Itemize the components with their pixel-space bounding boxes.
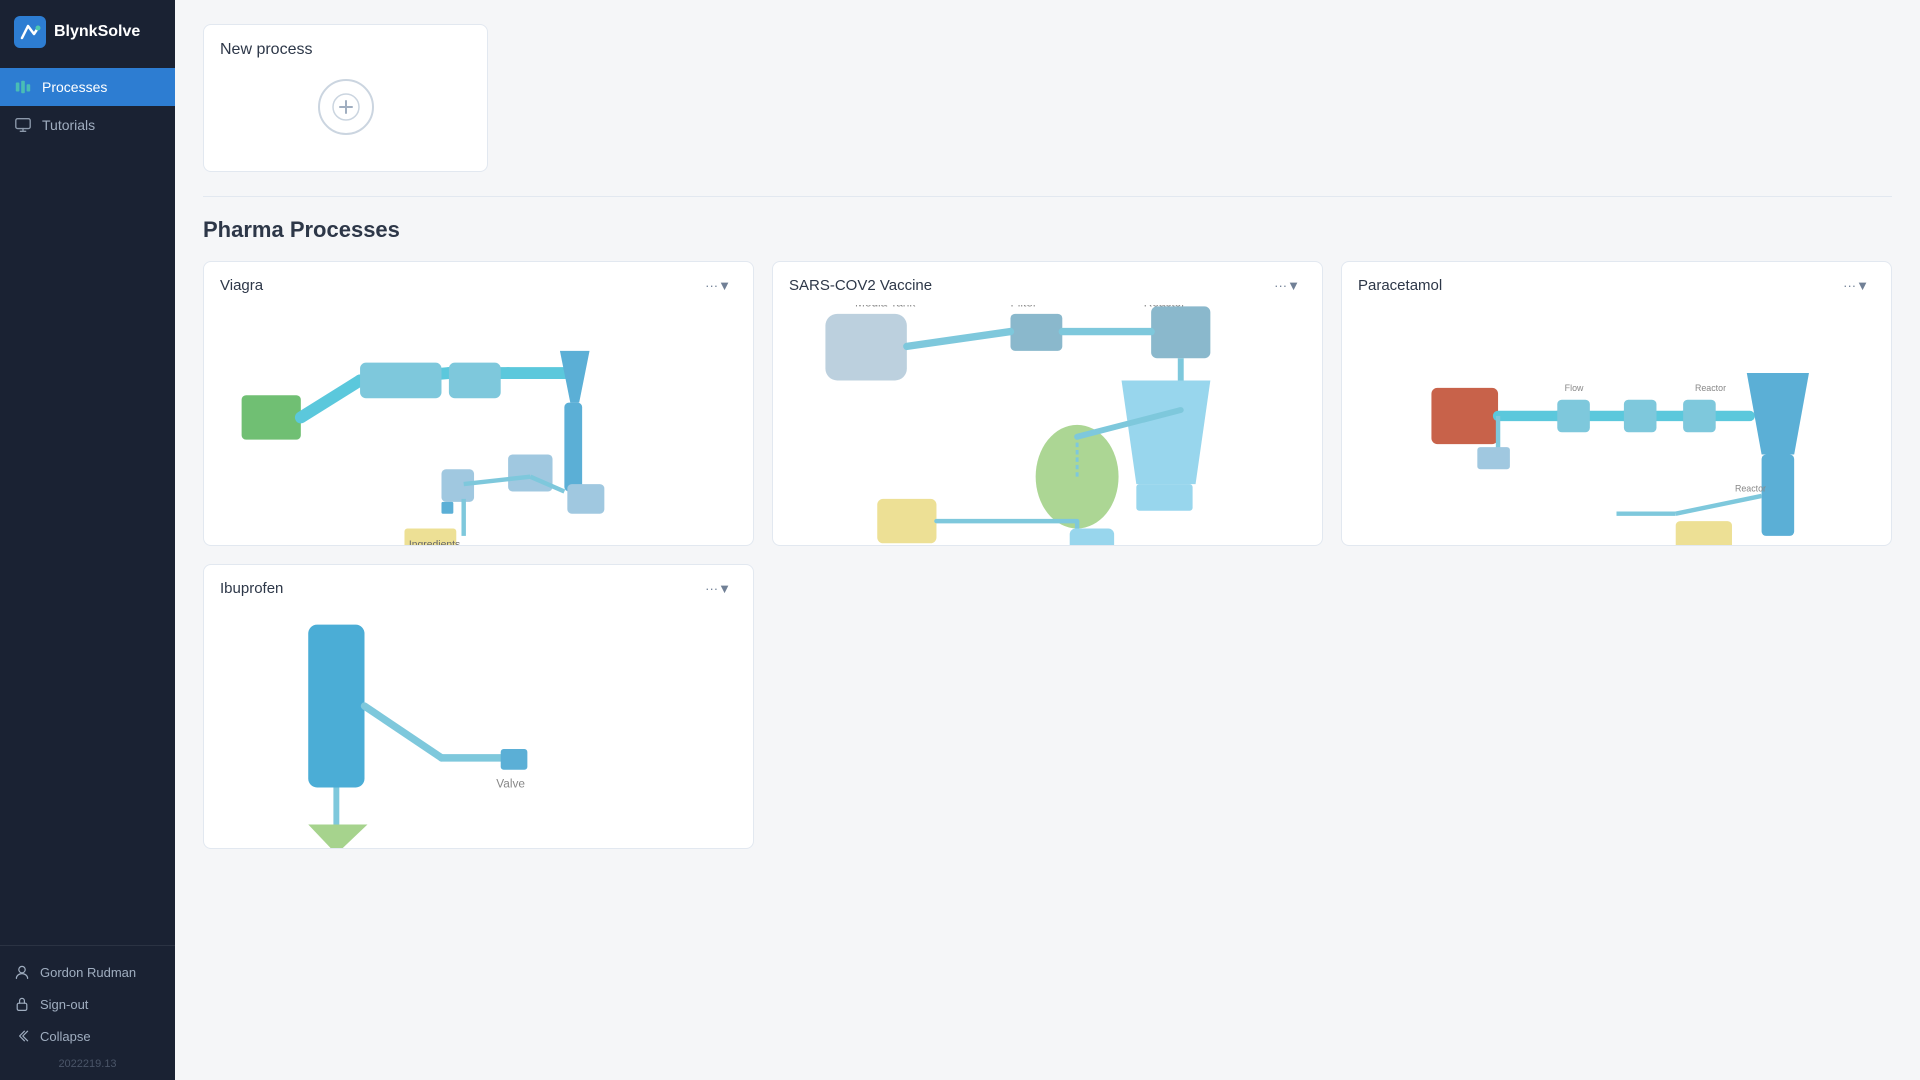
processes-label: Processes	[42, 79, 107, 95]
logo-icon	[14, 16, 46, 48]
card-preview-sars: Media Tank Filter Reactor	[773, 305, 1322, 545]
card-header-viagra: Viagra ···▼	[204, 262, 753, 305]
more-menu-viagra[interactable]: ···▼	[699, 276, 737, 295]
card-name-sars: SARS-COV2 Vaccine	[789, 277, 932, 294]
process-card-sars[interactable]: SARS-COV2 Vaccine ···▼ Media Tank Filter…	[772, 261, 1323, 546]
svg-text:Filter: Filter	[1010, 305, 1036, 310]
new-process-title: New process	[220, 41, 471, 59]
process-card-ibuprofen[interactable]: Ibuprofen ···▼ Valve	[203, 564, 754, 849]
card-name-ibuprofen: Ibuprofen	[220, 580, 283, 597]
sign-out-label: Sign-out	[40, 997, 88, 1012]
svg-text:Flow: Flow	[1565, 383, 1584, 393]
tutorials-label: Tutorials	[42, 117, 95, 133]
process-card-paracetamol[interactable]: Paracetamol ···▼ Flow	[1341, 261, 1892, 546]
new-process-card: New process	[203, 24, 488, 172]
app-name: BlynkSolve	[54, 23, 140, 41]
sign-out-button[interactable]: Sign-out	[14, 988, 161, 1020]
plus-icon	[332, 93, 360, 121]
card-preview-viagra: Ingredients	[204, 305, 753, 545]
user-name: Gordon Rudman	[40, 965, 136, 980]
diagram-sars: Media Tank Filter Reactor	[781, 305, 1314, 545]
sidebar: BlynkSolve Processes Tutorials Gordon	[0, 0, 175, 1080]
diagram-ibuprofen: Valve	[212, 608, 745, 848]
section-divider	[203, 196, 1892, 197]
process-card-viagra[interactable]: Viagra ···▼	[203, 261, 754, 546]
card-name-paracetamol: Paracetamol	[1358, 277, 1442, 294]
collapse-icon	[14, 1028, 30, 1044]
diagram-viagra: Ingredients	[212, 305, 745, 545]
more-menu-sars[interactable]: ···▼	[1268, 276, 1306, 295]
diagram-paracetamol: Flow Reactor Reactor Drug Product	[1350, 305, 1883, 545]
main-content: New process Pharma Processes Viagra ···▼	[175, 0, 1920, 1080]
version-label: 2022219.13	[14, 1052, 161, 1070]
process-grid-top: Viagra ···▼	[203, 261, 1892, 546]
svg-text:Ingredients: Ingredients	[409, 540, 460, 545]
card-preview-paracetamol: Flow Reactor Reactor Drug Product	[1342, 305, 1891, 545]
svg-text:Reactor: Reactor	[1735, 484, 1766, 494]
tutorials-icon	[14, 116, 32, 134]
lock-icon	[14, 996, 30, 1012]
collapse-button[interactable]: Collapse	[14, 1020, 161, 1052]
card-name-viagra: Viagra	[220, 277, 263, 294]
user-profile[interactable]: Gordon Rudman	[14, 956, 161, 988]
collapse-label: Collapse	[40, 1029, 91, 1044]
process-grid-bottom: Ibuprofen ···▼ Valve	[203, 564, 1892, 849]
sidebar-item-processes[interactable]: Processes	[0, 68, 175, 106]
more-menu-paracetamol[interactable]: ···▼	[1837, 276, 1875, 295]
sidebar-bottom: Gordon Rudman Sign-out Collapse 2022219.…	[0, 945, 175, 1080]
sidebar-nav: Processes Tutorials	[0, 68, 175, 945]
svg-text:Reactor: Reactor	[1695, 383, 1726, 393]
processes-icon	[14, 78, 32, 96]
user-icon	[14, 964, 30, 980]
card-header-paracetamol: Paracetamol ···▼	[1342, 262, 1891, 305]
svg-text:Valve: Valve	[496, 776, 525, 790]
card-header-sars: SARS-COV2 Vaccine ···▼	[773, 262, 1322, 305]
sidebar-item-tutorials[interactable]: Tutorials	[0, 106, 175, 144]
add-process-button[interactable]	[318, 79, 374, 135]
svg-text:Media Tank: Media Tank	[855, 305, 915, 310]
pharma-section-title: Pharma Processes	[203, 217, 1892, 243]
card-header-ibuprofen: Ibuprofen ···▼	[204, 565, 753, 608]
card-preview-ibuprofen: Valve	[204, 608, 753, 848]
logo: BlynkSolve	[0, 0, 175, 64]
more-menu-ibuprofen[interactable]: ···▼	[699, 579, 737, 598]
